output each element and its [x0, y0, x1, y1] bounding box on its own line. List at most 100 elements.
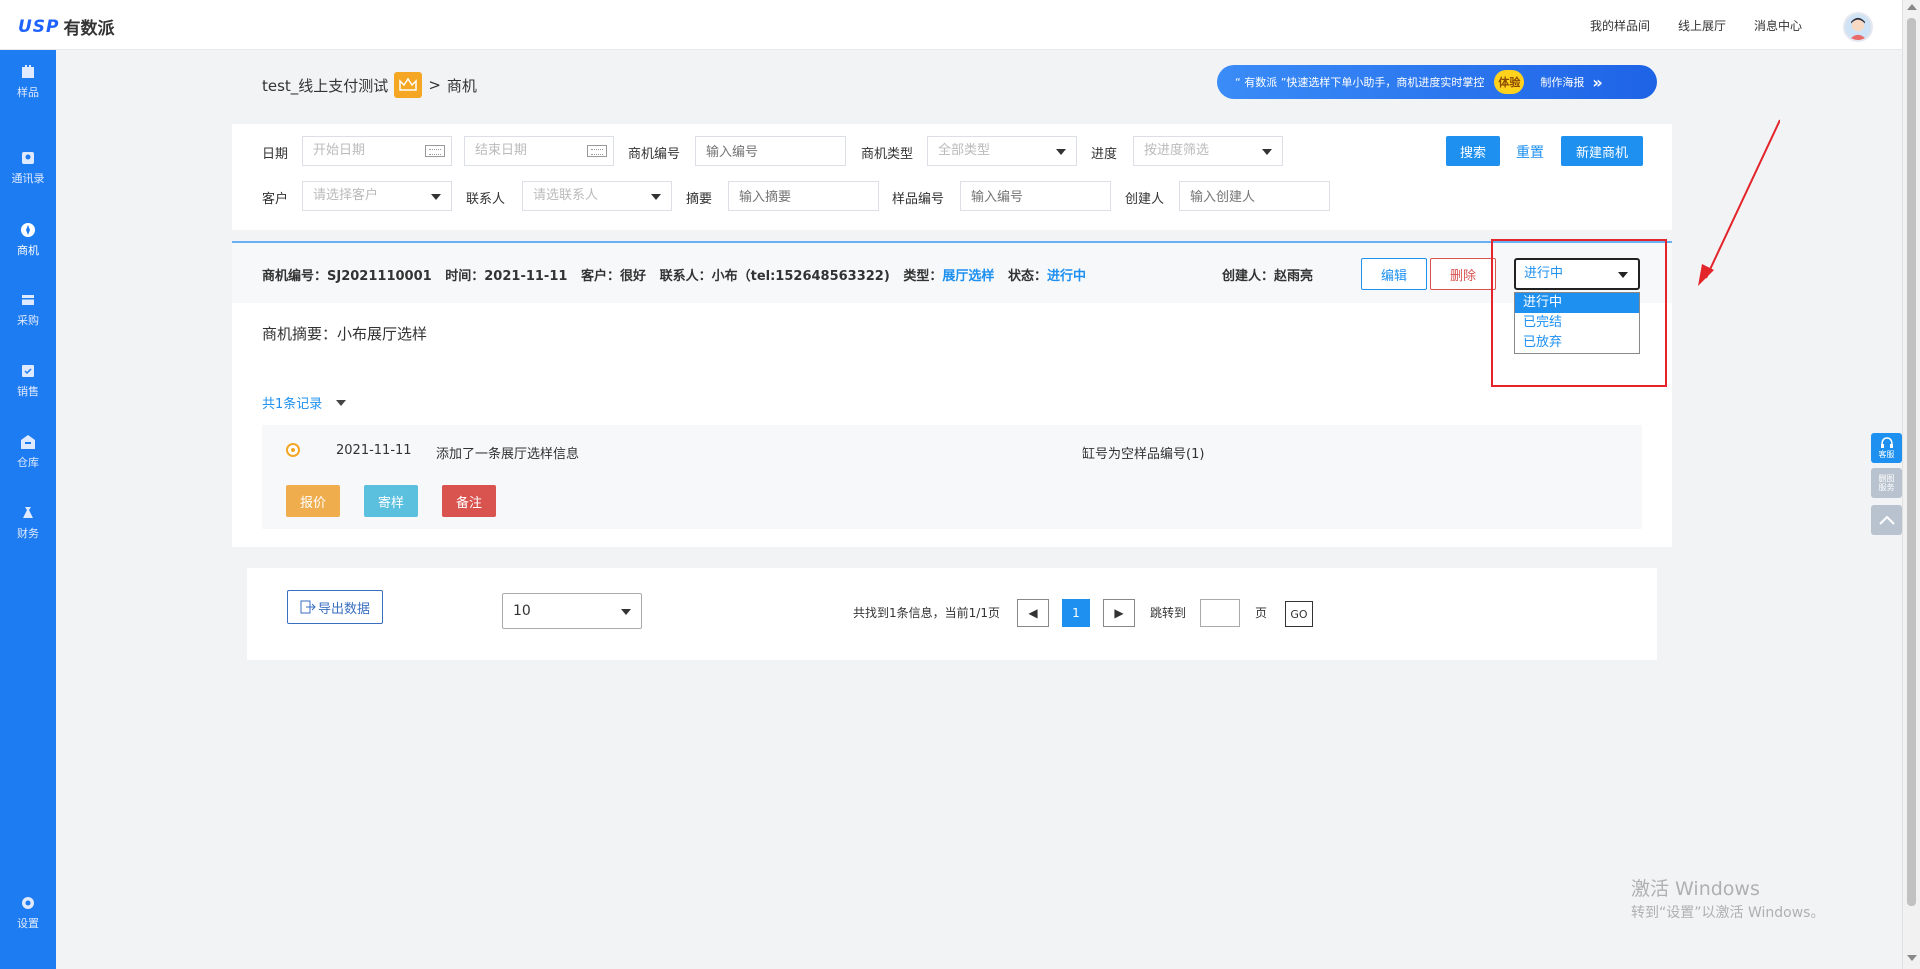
export-button[interactable]: 导出数据 — [287, 590, 383, 624]
page-size-value: 10 — [513, 603, 531, 619]
time-field-label: 时间： — [445, 269, 485, 284]
code-input[interactable] — [695, 136, 846, 166]
record-time: 2021-11-11 — [484, 269, 568, 284]
progress-select[interactable]: 按进度筛选 — [1133, 136, 1283, 166]
record-header: 商机编号：SJ2021110001 时间：2021-11-11 客户：很好 联系… — [232, 239, 1672, 387]
breadcrumb-separator: > — [428, 76, 441, 94]
breadcrumb-current: 商机 — [446, 76, 477, 95]
nav-online-showroom[interactable]: 线上展厅 — [1678, 17, 1726, 34]
sidebar-item-label: 销售 — [17, 385, 39, 398]
export-icon — [300, 600, 316, 614]
sidebar-item-purchase[interactable]: 采购 — [0, 292, 56, 352]
creator-label: 创建人 — [1125, 192, 1165, 207]
prev-page-button[interactable]: ◀ — [1017, 599, 1049, 627]
page-button-current[interactable]: 1 — [1062, 599, 1090, 627]
end-date-input[interactable]: 结束日期 — [464, 136, 614, 166]
start-date-input[interactable]: 开始日期 — [302, 136, 452, 166]
record-info: 商机编号：SJ2021110001 时间：2021-11-11 客户：很好 联系… — [262, 265, 1086, 284]
customer-service-button[interactable]: 客服 — [1871, 433, 1902, 463]
remark-button[interactable]: 备注 — [442, 485, 496, 517]
banner-action[interactable]: 制作海报 — [1540, 74, 1584, 90]
finance-icon — [23, 507, 33, 518]
headset-icon — [1880, 436, 1893, 448]
service-label: 客服 — [1878, 449, 1895, 459]
banner-badge[interactable]: 体验 — [1494, 70, 1525, 94]
go-button[interactable]: GO — [1285, 601, 1313, 627]
gear-icon — [22, 897, 34, 909]
edit-button[interactable]: 编辑 — [1361, 258, 1427, 290]
contact-field-label: 联系人： — [659, 269, 712, 284]
purchase-icon — [22, 295, 34, 305]
next-page-button[interactable]: ▶ — [1103, 599, 1135, 627]
quote-button[interactable]: 报价 — [286, 485, 340, 517]
brand-logo[interactable]: USP 有数派 — [18, 14, 115, 40]
export-label: 导出数据 — [317, 601, 370, 617]
search-button[interactable]: 搜索 — [1446, 136, 1500, 166]
sidebar-item-sales[interactable]: 销售 — [0, 363, 56, 423]
status-field-label: 状态： — [1008, 269, 1048, 284]
summary-input[interactable] — [728, 181, 879, 211]
pagination-panel: 导出数据 10 共找到1条信息，当前1/1页 ◀ 1 ▶ 跳转到 页 GO — [247, 568, 1657, 660]
filter-panel: 日期 开始日期 结束日期 商机编号 商机类型 全部类型 进度 按进度筛选 搜索 … — [232, 124, 1672, 230]
record-summary: 商机摘要：小布展厅选样 — [262, 323, 427, 344]
sidebar-item-label: 通讯录 — [11, 172, 45, 185]
sidebar-item-label: 仓库 — [17, 456, 39, 469]
sidebar: 样品 通讯录 商机 采购 销售 仓库 财务 设置 — [0, 50, 56, 969]
brand-name: 有数派 — [63, 19, 115, 39]
type-field-label: 类型： — [903, 269, 943, 284]
nav-my-samples[interactable]: 我的样品间 — [1590, 17, 1650, 34]
summary-label: 摘要 — [686, 192, 713, 207]
promo-banner[interactable]: “ 有数派 ”快速选样下单小助手，商机进度实时掌控 体验 制作海报 » — [1217, 65, 1657, 99]
summary-field-label: 商机摘要： — [262, 325, 338, 343]
opportunity-record: 商机编号：SJ2021110001 时间：2021-11-11 客户：很好 联系… — [232, 239, 1672, 547]
jump-page-input[interactable] — [1200, 599, 1240, 627]
page-size-select[interactable]: 10 — [502, 593, 642, 629]
timeline-dot-icon — [286, 443, 300, 457]
record-creator-name: 赵雨亮 — [1274, 269, 1314, 284]
code-label: 商机编号 — [628, 147, 681, 162]
record-count: 共1条记录 — [262, 397, 323, 412]
sidebar-item-sample[interactable]: 样品 — [0, 64, 56, 124]
scroll-thumb[interactable] — [1907, 18, 1916, 906]
date-label: 日期 — [262, 147, 289, 162]
windows-watermark-title: 激活 Windows — [1631, 878, 1760, 900]
breadcrumb-store[interactable]: test_线上支付测试 — [262, 75, 388, 96]
scroll-down-icon[interactable] — [1907, 955, 1917, 961]
send-sample-button[interactable]: 寄样 — [364, 485, 418, 517]
sidebar-item-settings[interactable]: 设置 — [0, 895, 56, 955]
avatar[interactable] — [1843, 12, 1873, 42]
record-creator: 创建人：赵雨亮 — [1222, 265, 1313, 284]
reset-button[interactable]: 重置 — [1516, 142, 1544, 162]
sample-code-label: 样品编号 — [892, 192, 945, 207]
caret-down-icon — [1262, 149, 1272, 155]
caret-right-icon: ▶ — [1114, 606, 1124, 620]
progress-label: 进度 — [1091, 147, 1118, 162]
type-select[interactable]: 全部类型 — [927, 136, 1077, 166]
delete-button[interactable]: 删除 — [1430, 258, 1496, 290]
back-to-top-button[interactable] — [1871, 505, 1902, 535]
record-count-toggle[interactable]: 共1条记录 — [262, 393, 347, 412]
feedback-button[interactable]: 删图 服务 — [1871, 468, 1902, 498]
sidebar-item-contacts[interactable]: 通讯录 — [0, 150, 56, 210]
record-customer: 很好 — [620, 269, 647, 284]
page-info: 共找到1条信息，当前1/1页 — [853, 606, 1000, 620]
chevron-up-icon — [1878, 515, 1895, 525]
new-opportunity-button[interactable]: 新建商机 — [1561, 136, 1643, 166]
nav-message-center[interactable]: 消息中心 — [1754, 17, 1802, 34]
record-code: SJ2021110001 — [327, 269, 432, 284]
scroll-up-icon[interactable] — [1907, 4, 1917, 10]
page-scrollbar[interactable] — [1902, 0, 1920, 969]
sidebar-item-warehouse[interactable]: 仓库 — [0, 434, 56, 494]
feedback-label: 删图 服务 — [1878, 474, 1895, 492]
customer-select-value: 请选择客户 — [313, 188, 379, 203]
contact-select[interactable]: 请选联系人 — [522, 181, 672, 211]
creator-input[interactable] — [1179, 181, 1330, 211]
customer-select[interactable]: 请选择客户 — [302, 181, 452, 211]
sidebar-item-label: 样品 — [17, 86, 39, 99]
sample-code-input[interactable] — [960, 181, 1111, 211]
contact-label: 联系人 — [466, 192, 506, 207]
sidebar-item-opportunity[interactable]: 商机 — [0, 222, 56, 282]
timeline-item: 2021-11-11 添加了一条展厅选样信息 缸号为空样品编号(1) 报价 寄样… — [262, 425, 1642, 529]
sidebar-item-finance[interactable]: 财务 — [0, 505, 56, 565]
start-date-placeholder: 开始日期 — [313, 143, 366, 158]
